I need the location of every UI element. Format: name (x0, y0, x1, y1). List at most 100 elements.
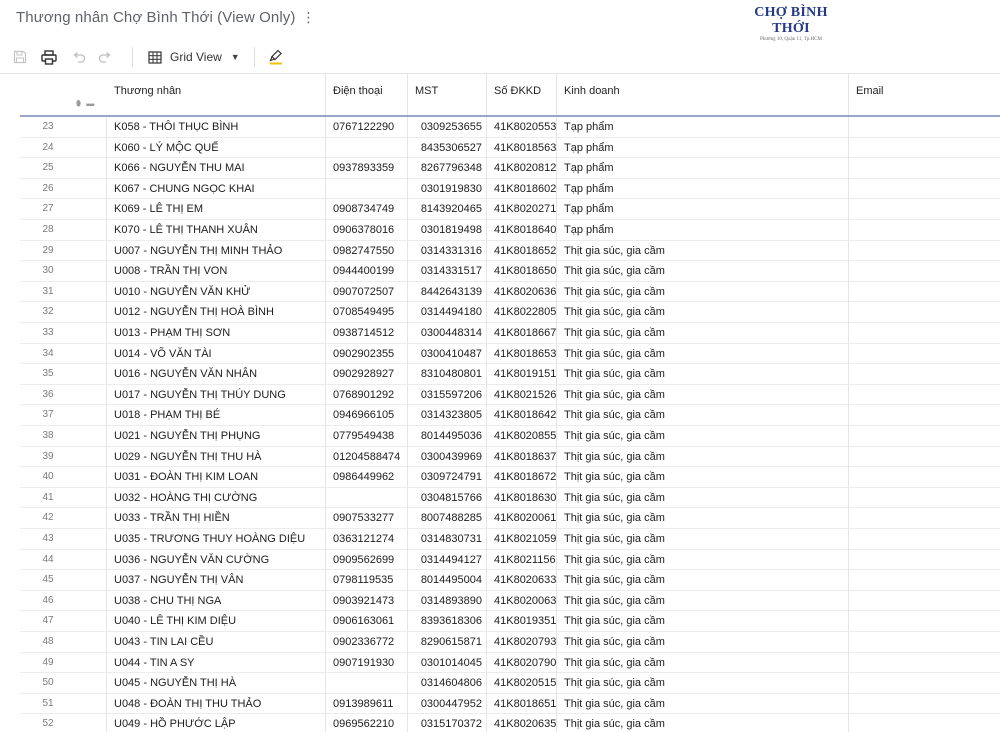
cell-thuong-nhan[interactable]: U029 - NGUYỄN THỊ THU HÀ (107, 446, 326, 468)
cell-kinh-doanh[interactable]: Thịt gia súc, gia cầm (557, 261, 849, 282)
cell-thuong-nhan[interactable]: U031 - ĐOÀN THỊ KIM LOAN (107, 467, 326, 488)
cell-thuong-nhan[interactable]: U008 - TRẦN THỊ VON (107, 261, 326, 282)
cell-mst[interactable]: 0300447952 (408, 693, 487, 715)
table-row[interactable]: 25 K066 - NGUYỄN THU MAI 0937893359 8267796… (20, 158, 1000, 179)
cell-so-dkkd[interactable]: 41K8022805 (487, 302, 557, 323)
cell-thuong-nhan[interactable]: U043 - TIN LAI CỀU (107, 632, 326, 653)
cell-so-dkkd[interactable]: 41K8020636 (487, 281, 557, 303)
cell-dien-thoai[interactable]: 0798119535 (326, 570, 408, 591)
cell-mst[interactable]: 0314323805 (408, 405, 487, 426)
cell-kinh-doanh[interactable]: Tạp phẩm (557, 199, 849, 220)
cell-mst[interactable]: 8310480801 (408, 364, 487, 385)
cell-thuong-nhan[interactable]: K070 - LÊ THỊ THANH XUÂN (107, 220, 326, 241)
cell-kinh-doanh[interactable]: Thịt gia súc, gia cầm (557, 446, 849, 468)
cell-dien-thoai[interactable]: 0363121274 (326, 529, 408, 550)
cell-thuong-nhan[interactable]: U045 - NGUYỄN THỊ HÀ (107, 673, 326, 694)
cell-kinh-doanh[interactable]: Thịt gia súc, gia cầm (557, 529, 849, 550)
cell-email[interactable] (849, 117, 1000, 138)
table-row[interactable]: 30 U008 - TRẦN THỊ VON 0944400199 031433151… (20, 261, 1000, 282)
cell-email[interactable] (849, 364, 1000, 385)
cell-email[interactable] (849, 550, 1000, 571)
table-row[interactable]: 27 K069 - LÊ THỊ EM 0908734749 8143920465 41… (20, 199, 1000, 220)
cell-email[interactable] (849, 302, 1000, 323)
cell-thuong-nhan[interactable]: K066 - NGUYỄN THU MAI (107, 158, 326, 179)
cell-so-dkkd[interactable]: 41K8020553 (487, 117, 557, 138)
cell-so-dkkd[interactable]: 41K8018653 (487, 343, 557, 365)
table-row[interactable]: 36 U017 - NGUYỄN THỊ THÚY DUNG 0768901292 0… (20, 384, 1000, 406)
cell-so-dkkd[interactable]: 41K8018630 (487, 487, 557, 509)
cell-thuong-nhan[interactable]: U018 - PHẠM THỊ BÉ (107, 405, 326, 426)
cell-kinh-doanh[interactable]: Thịt gia súc, gia cầm (557, 590, 849, 612)
more-options-icon[interactable]: ⋮ (302, 9, 316, 26)
cell-so-dkkd[interactable]: 41K8018642 (487, 405, 557, 426)
cell-thuong-nhan[interactable]: U012 - NGUYỄN THỊ HOÀ BÌNH (107, 302, 326, 323)
cell-kinh-doanh[interactable]: Thịt gia súc, gia cầm (557, 343, 849, 365)
cell-email[interactable] (849, 467, 1000, 488)
cell-mst[interactable]: 0315170372 (408, 714, 487, 732)
cell-thuong-nhan[interactable]: U032 - HOÀNG THỊ CƯỜNG (107, 487, 326, 509)
redo-icon[interactable] (96, 47, 114, 67)
table-row[interactable]: 48 U043 - TIN LAI CỀU 0902336772 8290615871… (20, 632, 1000, 653)
cell-thuong-nhan[interactable]: U021 - NGUYỄN THỊ PHỤNG (107, 426, 326, 447)
cell-mst[interactable]: 0314331517 (408, 261, 487, 282)
cell-thuong-nhan[interactable]: U048 - ĐOÀN THỊ THU THẢO (107, 693, 326, 715)
cell-email[interactable] (849, 138, 1000, 159)
cell-dien-thoai[interactable]: 0908734749 (326, 199, 408, 220)
table-row[interactable]: 23 K058 - THÔI THỤC BÌNH 0767122290 0309253… (20, 117, 1000, 138)
cell-mst[interactable]: 8290615871 (408, 632, 487, 653)
cell-kinh-doanh[interactable]: Thịt gia súc, gia cầm (557, 405, 849, 426)
cell-mst[interactable]: 0300439969 (408, 446, 487, 468)
cell-thuong-nhan[interactable]: K067 - CHUNG NGỌC KHAI (107, 178, 326, 200)
cell-mst[interactable]: 8435306527 (408, 137, 487, 159)
cell-dien-thoai[interactable]: 0767122290 (326, 117, 408, 138)
cell-email[interactable] (849, 714, 1000, 732)
cell-kinh-doanh[interactable]: Tạp phẩm (557, 220, 849, 241)
cell-mst[interactable]: 8143920465 (408, 199, 487, 220)
cell-so-dkkd[interactable]: 41K8020855 (487, 426, 557, 447)
cell-email[interactable] (849, 261, 1000, 282)
cell-kinh-doanh[interactable]: Thịt gia súc, gia cầm (557, 323, 849, 344)
cell-dien-thoai[interactable]: 0937893359 (326, 158, 408, 179)
table-row[interactable]: 52 U049 - HỒ PHƯỚC LẬP 0969562210 031517037… (20, 714, 1000, 732)
cell-mst[interactable]: 0314604806 (408, 673, 487, 694)
cell-so-dkkd[interactable]: 41K8020515 (487, 673, 557, 694)
cell-dien-thoai[interactable]: 0907533277 (326, 508, 408, 529)
cell-mst[interactable]: 0301919830 (408, 178, 487, 200)
cell-email[interactable] (849, 344, 1000, 365)
cell-email[interactable] (849, 405, 1000, 426)
highlighter-icon[interactable] (266, 47, 286, 67)
cell-kinh-doanh[interactable]: Thịt gia súc, gia cầm (557, 611, 849, 632)
cell-dien-thoai[interactable]: 0902336772 (326, 632, 408, 653)
table-row[interactable]: 26 K067 - CHUNG NGỌC KHAI 0301919830 41K801… (20, 178, 1000, 200)
cell-so-dkkd[interactable]: 41K8018650 (487, 261, 557, 282)
table-row[interactable]: 43 U035 - TRƯƠNG THUY HOÀNG DIỆU 036312127… (20, 529, 1000, 550)
cell-thuong-nhan[interactable]: U044 - TIN A SY (107, 652, 326, 674)
cell-dien-thoai[interactable]: 0906378016 (326, 220, 408, 241)
cell-so-dkkd[interactable]: 41K8018563 (487, 137, 557, 159)
cell-email[interactable] (849, 158, 1000, 179)
cell-thuong-nhan[interactable]: U038 - CHU THỊ NGA (107, 590, 326, 612)
table-row[interactable]: 44 U036 - NGUYỄN VĂN CƯỜNG 0909562699 03144… (20, 549, 1000, 571)
cell-email[interactable] (849, 694, 1000, 715)
cell-mst[interactable]: 0300448314 (408, 323, 487, 344)
grid-view-dropdown[interactable]: Grid View ▼ (148, 47, 240, 67)
cell-mst[interactable]: 0301819498 (408, 220, 487, 241)
cell-dien-thoai[interactable]: 0982747550 (326, 240, 408, 262)
cell-thuong-nhan[interactable]: U040 - LÊ THỊ KIM DIỆU (107, 611, 326, 632)
cell-so-dkkd[interactable]: 41K8020061 (487, 508, 557, 529)
cell-mst[interactable]: 0300410487 (408, 343, 487, 365)
cell-dien-thoai[interactable] (326, 487, 408, 509)
comment-icon[interactable]: ▬ (86, 99, 94, 108)
cell-mst[interactable]: 8007488285 (408, 508, 487, 529)
cell-kinh-doanh[interactable]: Thịt gia súc, gia cầm (557, 487, 849, 509)
cell-kinh-doanh[interactable]: Thịt gia súc, gia cầm (557, 467, 849, 488)
cell-thuong-nhan[interactable]: K058 - THÔI THỤC BÌNH (107, 117, 326, 138)
table-row[interactable]: 49 U044 - TIN A SY 0907191930 0301014045 41K… (20, 652, 1000, 674)
table-row[interactable]: 51 U048 - ĐOÀN THỊ THU THẢO 0913989611 0300… (20, 693, 1000, 715)
cell-so-dkkd[interactable]: 41K8021526 (487, 384, 557, 406)
cell-kinh-doanh[interactable]: Tạp phẩm (557, 117, 849, 138)
cell-kinh-doanh[interactable]: Tạp phẩm (557, 178, 849, 200)
cell-dien-thoai[interactable]: 0902928927 (326, 364, 408, 385)
cell-kinh-doanh[interactable]: Thịt gia súc, gia cầm (557, 364, 849, 385)
cell-so-dkkd[interactable]: 41K8019151 (487, 364, 557, 385)
